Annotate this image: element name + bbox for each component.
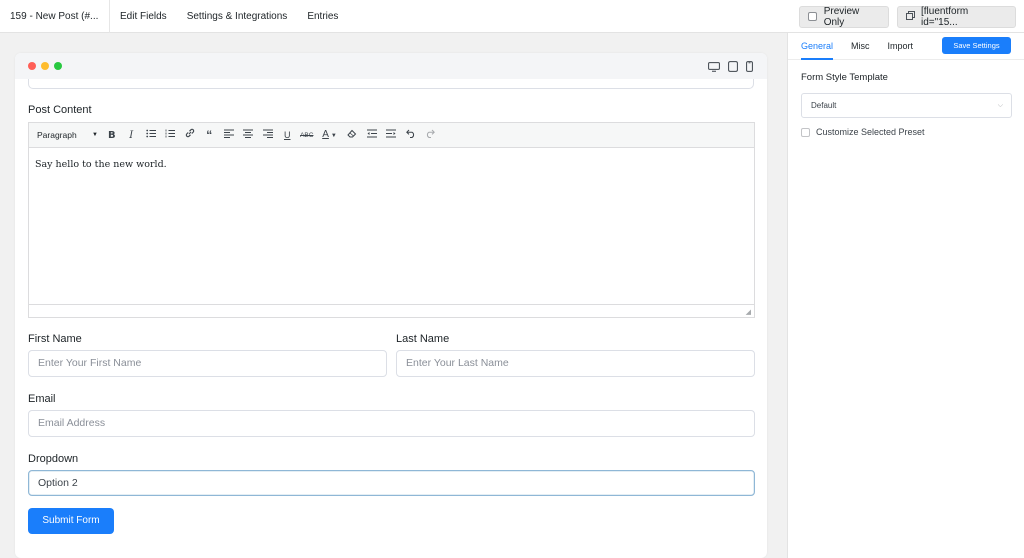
truncated-field	[28, 79, 754, 89]
tab-import[interactable]: Import	[888, 33, 914, 60]
customize-preset-label: Customize Selected Preset	[816, 127, 925, 137]
resize-grip-icon[interactable]: ◢	[746, 308, 751, 316]
window-maximize-dot	[54, 62, 62, 70]
chevron-down-icon: ⌵	[997, 102, 1003, 109]
last-name-input[interactable]: Enter Your Last Name	[396, 350, 755, 377]
style-template-value: Default	[811, 101, 837, 110]
shortcode-text: [fluentform id="15...	[921, 5, 969, 28]
desktop-icon[interactable]	[708, 59, 720, 77]
email-input[interactable]: Email Address	[28, 410, 755, 437]
dropdown-select[interactable]: Option 2	[28, 470, 755, 496]
editor-content[interactable]: Say hello to the new world.	[29, 148, 754, 304]
mobile-icon[interactable]	[746, 59, 753, 77]
form-style-template-label: Form Style Template	[801, 72, 888, 83]
form-style-template-select[interactable]: Default ⌵	[801, 93, 1012, 118]
redo-icon[interactable]	[421, 123, 441, 148]
form-title[interactable]: 159 - New Post (#...	[0, 0, 110, 33]
italic-icon[interactable]: I	[122, 123, 142, 148]
email-label: Email	[28, 393, 56, 405]
copy-icon	[906, 10, 915, 23]
preview-checkbox[interactable]	[808, 12, 817, 21]
first-name-label: First Name	[28, 333, 82, 345]
form-preview-canvas: Post Content Paragraph ▼ B I “ U ABC A ▼…	[15, 53, 767, 558]
tab-misc[interactable]: Misc	[851, 33, 870, 60]
caret-down-icon: ▼	[92, 132, 98, 138]
rich-text-editor[interactable]: Paragraph ▼ B I “ U ABC A ▼ Say hello to…	[28, 122, 755, 318]
indent-icon[interactable]	[382, 123, 402, 148]
nav-entries[interactable]: Entries	[297, 11, 348, 22]
align-left-icon[interactable]	[219, 123, 239, 148]
first-name-input[interactable]: Enter Your First Name	[28, 350, 387, 377]
outdent-icon[interactable]	[362, 123, 382, 148]
editor-statusbar: ◢	[29, 304, 754, 317]
top-bar: 159 - New Post (#... Edit Fields Setting…	[0, 0, 1024, 33]
align-right-icon[interactable]	[258, 123, 278, 148]
last-name-label: Last Name	[396, 333, 450, 345]
format-select-value: Paragraph	[37, 130, 77, 140]
topbar-actions: Preview Only [fluentform id="15...	[799, 0, 1024, 33]
align-center-icon[interactable]	[239, 123, 259, 148]
settings-tabs: General Misc Import Save Settings	[788, 33, 1024, 60]
nav-edit-fields[interactable]: Edit Fields	[110, 11, 177, 22]
post-content-label: Post Content	[28, 104, 92, 116]
submit-form-button[interactable]: Submit Form	[28, 508, 114, 534]
preview-label: Preview Only	[823, 5, 860, 28]
clear-format-icon[interactable]	[343, 123, 363, 148]
window-close-dot	[28, 62, 36, 70]
editor-toolbar: Paragraph ▼ B I “ U ABC A ▼	[29, 123, 754, 148]
dropdown-label: Dropdown	[28, 453, 79, 465]
link-icon[interactable]	[180, 123, 200, 148]
customize-preset-checkbox[interactable]: Customize Selected Preset	[801, 127, 925, 137]
save-settings-button[interactable]: Save Settings	[942, 37, 1011, 54]
settings-panel: General Misc Import Save Settings Form S…	[787, 33, 1024, 558]
device-switcher	[708, 59, 753, 77]
checkbox-icon[interactable]	[801, 127, 810, 137]
numbered-list-icon[interactable]	[161, 123, 181, 148]
tab-general[interactable]: General	[801, 33, 834, 60]
undo-icon[interactable]	[401, 123, 421, 148]
canvas-header	[15, 53, 767, 79]
shortcode-copy-button[interactable]: [fluentform id="15...	[897, 5, 1016, 28]
underline-icon[interactable]: U	[278, 123, 298, 148]
text-color-icon[interactable]: A ▼	[317, 122, 343, 149]
window-minimize-dot	[41, 62, 49, 70]
tablet-icon[interactable]	[728, 59, 738, 77]
preview-only-toggle[interactable]: Preview Only	[799, 5, 889, 28]
bold-icon[interactable]: B	[102, 123, 122, 148]
format-select[interactable]: Paragraph ▼	[34, 130, 102, 140]
bullet-list-icon[interactable]	[141, 123, 161, 148]
strikethrough-icon[interactable]: ABC	[297, 123, 317, 148]
blockquote-icon[interactable]: “	[200, 123, 220, 148]
nav-settings-integrations[interactable]: Settings & Integrations	[177, 11, 298, 22]
